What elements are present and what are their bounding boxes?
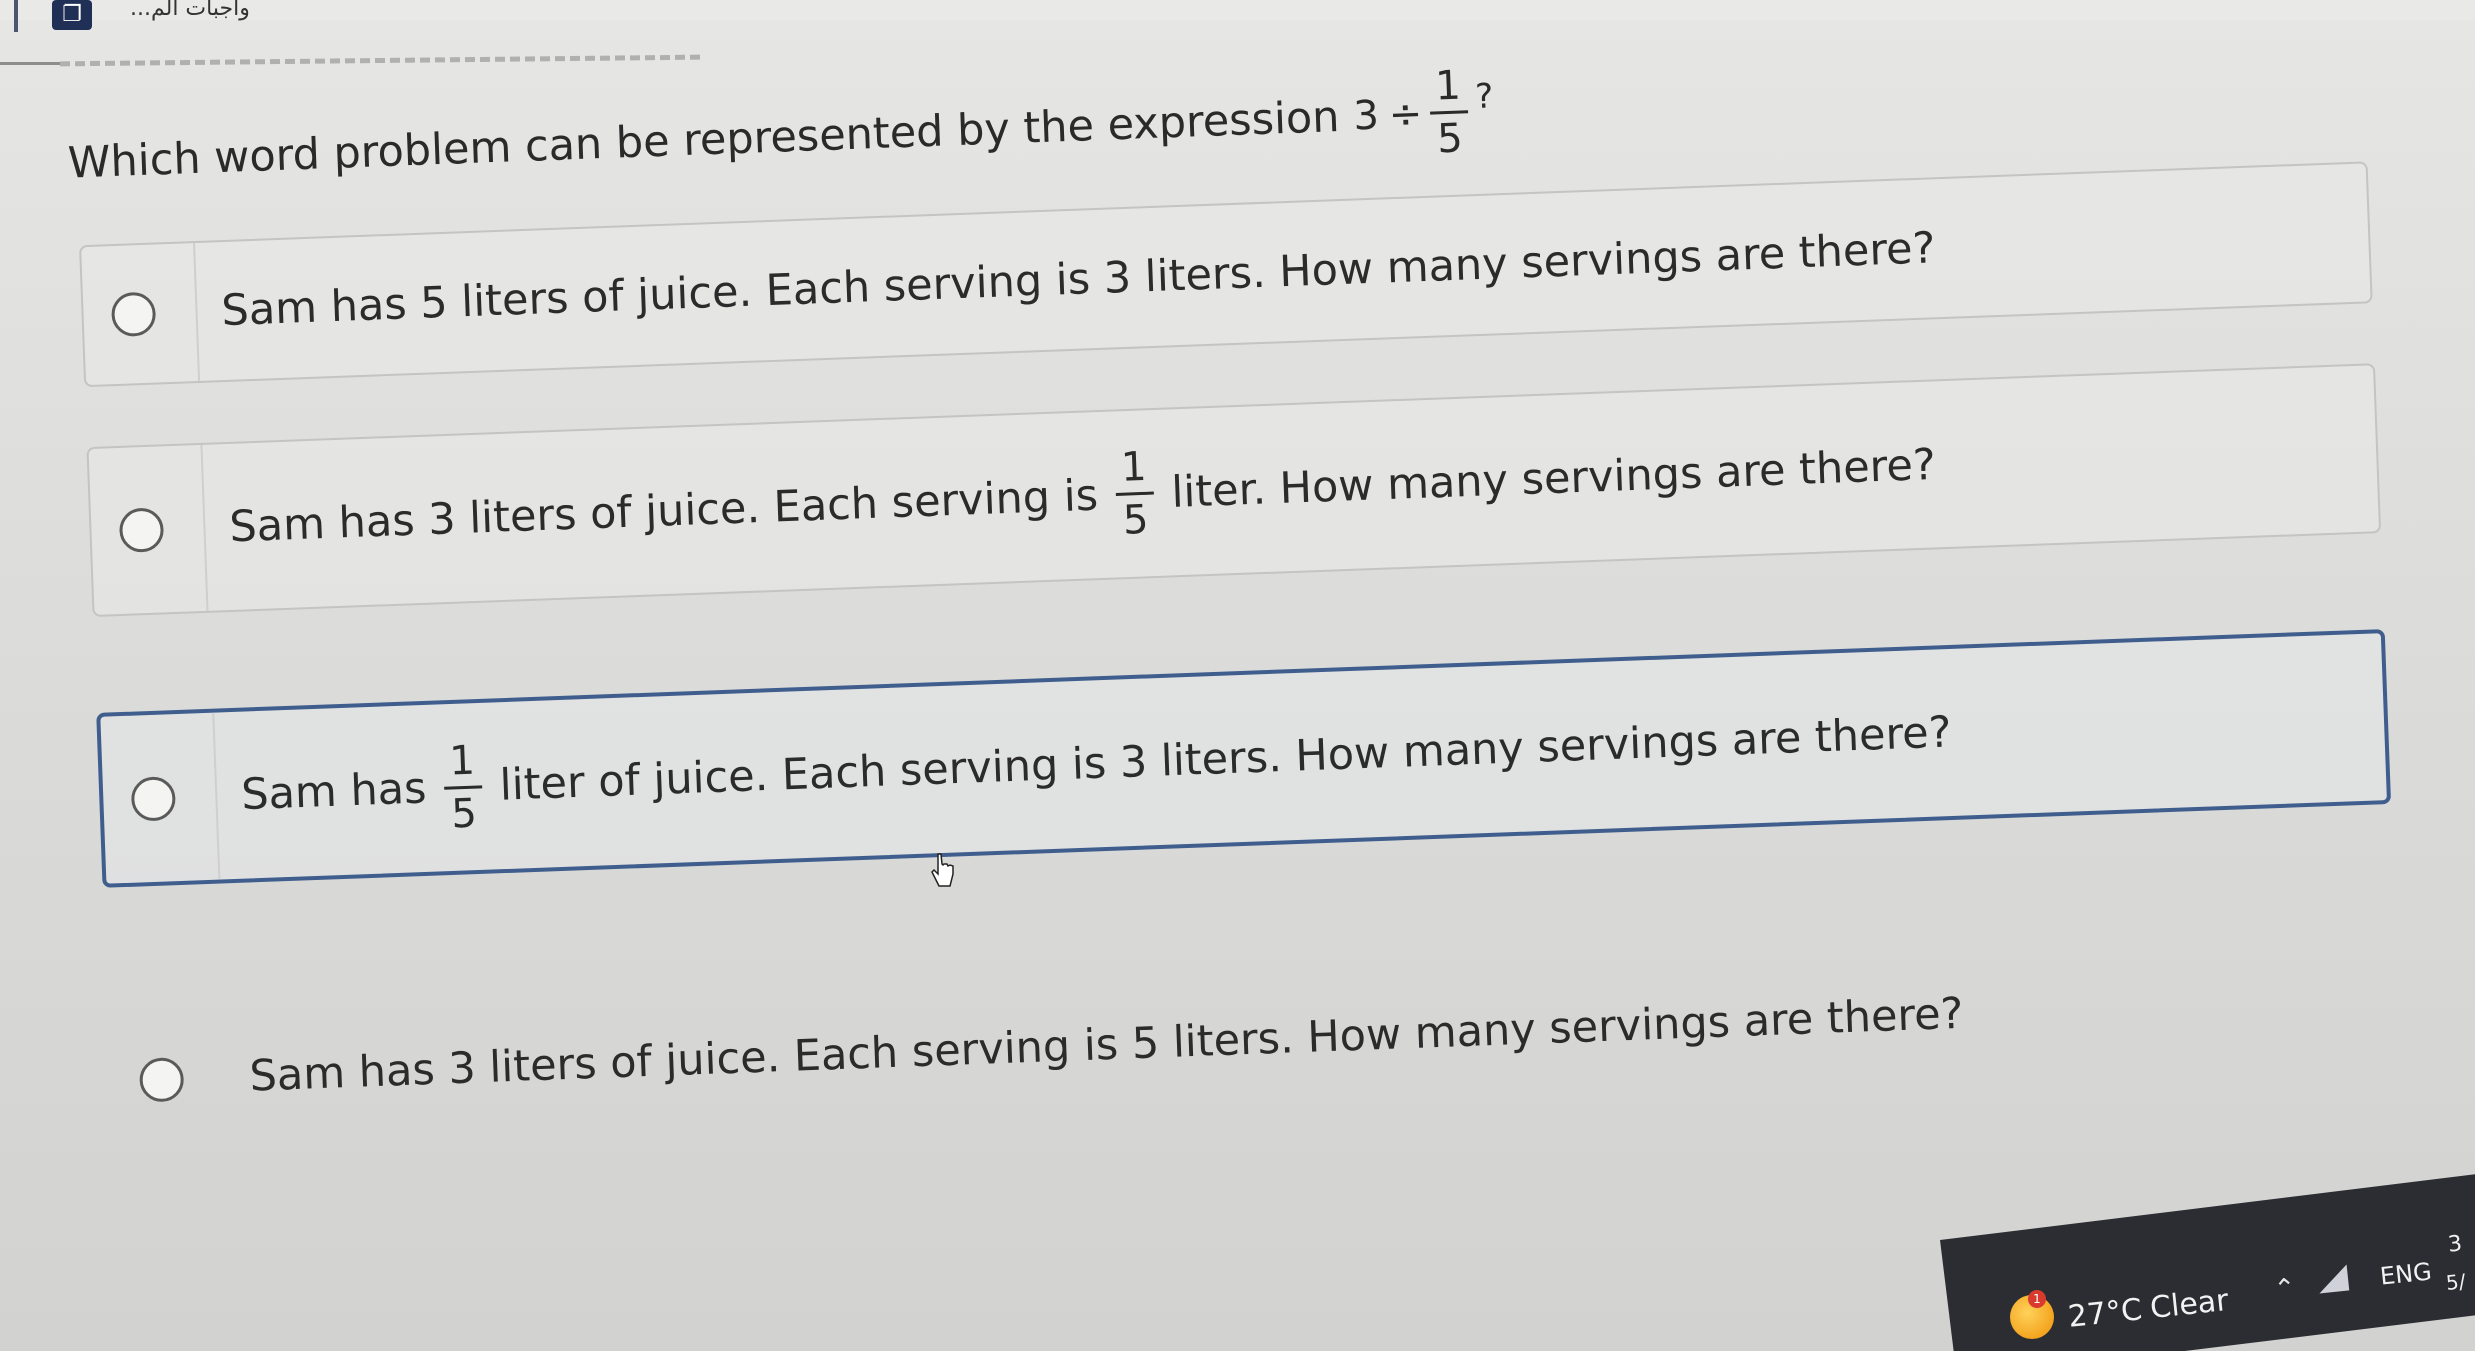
question-prefix: Which word problem can be represented by…: [67, 91, 1341, 189]
hand-cursor-icon: [931, 853, 954, 887]
answer-fraction: 1 5: [1114, 444, 1155, 544]
expression-denominator: 5: [1436, 115, 1464, 163]
radio-cell: [88, 444, 209, 615]
radio-cell: [108, 985, 229, 1175]
radio-cell: [81, 243, 201, 386]
answer-text-after: liter of juice. Each serving is 3 liters…: [498, 707, 1953, 811]
clock-date-fragment[interactable]: 5/: [2445, 1269, 2467, 1295]
fraction-numerator: 1: [1114, 444, 1154, 496]
network-icon[interactable]: [2316, 1264, 2350, 1294]
expression-whole: 3: [1352, 92, 1380, 139]
radio-button[interactable]: [118, 507, 165, 553]
fraction-numerator: 1: [442, 737, 482, 790]
answer-text-before: Sam has 3 liters of juice. Each serving …: [228, 470, 1099, 552]
answer-text-before: Sam has: [240, 763, 428, 821]
answer-option-3[interactable]: Sam has 1 5 liter of juice. Each serving…: [96, 629, 2392, 888]
fraction-denominator: 5: [1122, 496, 1150, 544]
fraction-denominator: 5: [450, 790, 478, 837]
radio-button[interactable]: [130, 775, 177, 822]
answer-option-4[interactable]: Sam has 3 liters of juice. Each serving …: [106, 903, 2401, 1177]
expression-operator: ÷: [1387, 90, 1424, 138]
answer-text: Sam has 3 liters of juice. Each serving …: [249, 989, 1965, 1102]
expression-numerator: 1: [1428, 63, 1468, 115]
answer-text: Sam has 5 liters of juice. Each serving …: [221, 223, 1937, 336]
expression-suffix: ?: [1474, 75, 1494, 117]
answer-text-content: Sam has 5 liters of juice. Each serving …: [220, 223, 1937, 337]
answer-text-content: Sam has 3 liters of juice. Each serving …: [248, 988, 1965, 1102]
answer-text: Sam has 3 liters of juice. Each serving …: [228, 417, 1938, 574]
expression-fraction: 1 5: [1428, 63, 1470, 163]
answer-fraction: 1 5: [442, 737, 484, 837]
chevron-up-icon[interactable]: ⌃: [2272, 1273, 2297, 1305]
answer-text-after: liter. How many servings are there?: [1170, 439, 1937, 518]
clock-time-fragment[interactable]: 3: [2447, 1231, 2464, 1257]
question-expression: 3 ÷ 1 5 ?: [1352, 63, 1496, 163]
question-plane: Which word problem can be represented by…: [0, 0, 2475, 1350]
language-indicator[interactable]: ENG: [2379, 1257, 2433, 1290]
radio-button[interactable]: [138, 1057, 185, 1103]
radio-button[interactable]: [110, 291, 157, 338]
radio-cell: [100, 712, 221, 884]
question-text: Which word problem can be represented by…: [66, 63, 1495, 210]
screen: ❐ ...واجبات الم Which word problem can b…: [0, 0, 2475, 1351]
answer-text: Sam has 1 5 liter of juice. Each serving…: [240, 685, 1954, 843]
answer-option-2[interactable]: Sam has 3 liters of juice. Each serving …: [86, 363, 2382, 618]
weather-badge: 1: [2028, 1290, 2046, 1308]
